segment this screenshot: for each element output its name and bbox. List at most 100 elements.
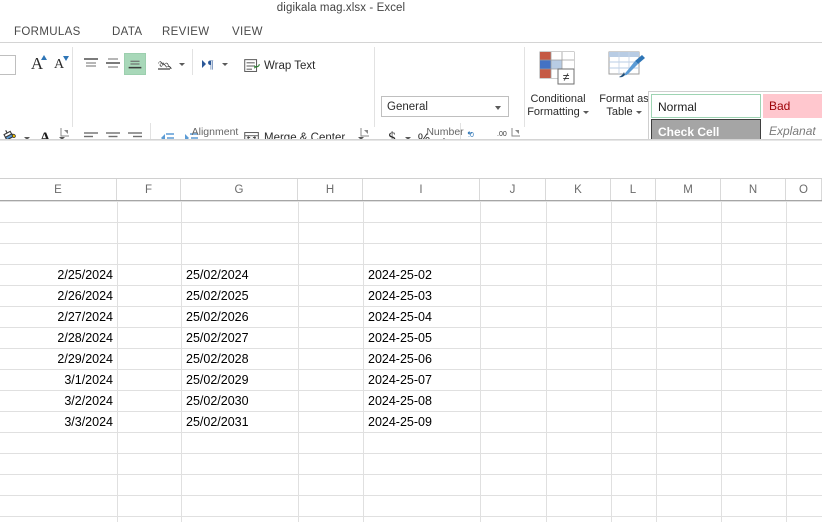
cell-I8[interactable]: 2024-25-06 — [364, 349, 479, 370]
cell-G7[interactable]: 25/02/2027 — [182, 328, 297, 349]
arrow-down-icon — [63, 56, 69, 61]
cell-I11[interactable]: 2024-25-09 — [364, 412, 479, 433]
divider — [374, 47, 375, 127]
format-as-table-line2: Table — [606, 106, 632, 118]
ribbon: A A A — [0, 42, 822, 139]
shrink-font-button[interactable]: A — [48, 53, 70, 75]
chevron-down-icon — [495, 106, 501, 110]
number-dialog-launcher[interactable] — [511, 127, 521, 137]
cell-I6[interactable]: 2024-25-04 — [364, 307, 479, 328]
gridline-horizontal — [0, 474, 822, 475]
column-header-k[interactable]: K — [546, 179, 611, 201]
spreadsheet-grid[interactable]: EFGHIJKLMNO 2/25/2024 25/02/2024 2024-25-0… — [0, 179, 822, 522]
gridline-vertical — [298, 201, 299, 522]
tab-view[interactable]: VIEW — [232, 22, 263, 42]
gridline-vertical — [480, 201, 481, 522]
formula-bar-area[interactable] — [0, 140, 822, 179]
conditional-formatting-line2: Formatting — [527, 106, 580, 118]
column-header-i[interactable]: I — [363, 179, 480, 201]
bottom-align-icon — [125, 54, 145, 74]
grow-font-button[interactable]: A — [26, 53, 48, 75]
gridline-horizontal — [0, 453, 822, 454]
window-title: digikala mag.xlsx - Excel — [0, 2, 822, 14]
alignment-dialog-launcher[interactable] — [360, 127, 370, 137]
text-direction-icon: ¶ — [198, 53, 220, 75]
cell-E11[interactable]: 3/3/2024 — [1, 412, 116, 433]
cell-E7[interactable]: 2/28/2024 — [1, 328, 116, 349]
style-bad[interactable]: Bad — [763, 94, 822, 118]
format-as-table-button[interactable]: Format as Table — [594, 49, 654, 94]
cell-G10[interactable]: 25/02/2030 — [182, 391, 297, 412]
cell-I9[interactable]: 2024-25-07 — [364, 370, 479, 391]
cell-G9[interactable]: 25/02/2029 — [182, 370, 297, 391]
conditional-formatting-button[interactable]: ≠ Conditional Formatting — [528, 49, 588, 94]
gridline-vertical — [117, 201, 118, 522]
format-as-table-icon — [602, 49, 646, 89]
excel-window: digikala mag.xlsx - Excel FORMULAS DATA … — [0, 0, 822, 522]
gridline-vertical — [721, 201, 722, 522]
orientation-chevron-icon[interactable] — [179, 63, 185, 66]
gridline-horizontal — [0, 516, 822, 517]
sheet-body[interactable]: 2/25/2024 25/02/2024 2024-25-02 2/26/2024 25… — [0, 201, 822, 522]
divider — [0, 140, 822, 141]
column-header-n[interactable]: N — [721, 179, 786, 201]
tab-data[interactable]: DATA — [112, 22, 142, 42]
text-direction-chevron-icon[interactable] — [222, 63, 228, 66]
column-header-m[interactable]: M — [656, 179, 721, 201]
column-header-e[interactable]: E — [0, 179, 117, 201]
cell-I4[interactable]: 2024-25-02 — [364, 265, 479, 286]
cell-G6[interactable]: 25/02/2026 — [182, 307, 297, 328]
orientation-button[interactable]: a b — [155, 53, 177, 75]
ribbon-tabstrip: FORMULAS DATA REVIEW VIEW — [0, 22, 822, 42]
font-dialog-launcher[interactable] — [60, 127, 70, 137]
svg-text:≠: ≠ — [563, 70, 570, 84]
middle-align-icon — [102, 53, 124, 75]
column-header-f[interactable]: F — [117, 179, 181, 201]
number-format-value: General — [387, 97, 428, 117]
column-header-o[interactable]: O — [786, 179, 822, 201]
cell-E6[interactable]: 2/27/2024 — [1, 307, 116, 328]
wrap-text-label: Wrap Text — [264, 55, 315, 77]
gridline-horizontal — [0, 243, 822, 244]
number-group-label: Number — [381, 126, 509, 138]
cell-I5[interactable]: 2024-25-03 — [364, 286, 479, 307]
cell-E8[interactable]: 2/29/2024 — [1, 349, 116, 370]
gridline-horizontal — [0, 201, 822, 202]
bottom-align-button[interactable] — [124, 53, 146, 75]
tab-review[interactable]: REVIEW — [162, 22, 209, 42]
cell-G4[interactable]: 25/02/2024 — [182, 265, 297, 286]
chevron-down-icon — [636, 111, 642, 114]
tab-formulas[interactable]: FORMULAS — [14, 22, 81, 42]
orientation-icon: a b — [155, 53, 177, 75]
arrow-up-icon — [41, 55, 47, 60]
cell-G8[interactable]: 25/02/2028 — [182, 349, 297, 370]
gridline-vertical — [546, 201, 547, 522]
cell-E5[interactable]: 2/26/2024 — [1, 286, 116, 307]
cell-G11[interactable]: 25/02/2031 — [182, 412, 297, 433]
cell-I7[interactable]: 2024-25-05 — [364, 328, 479, 349]
alignment-group-label: Alignment — [150, 126, 280, 138]
column-header-g[interactable]: G — [181, 179, 298, 201]
top-align-icon — [80, 53, 102, 75]
column-header-row: EFGHIJKLMNO — [0, 179, 822, 201]
cell-E9[interactable]: 3/1/2024 — [1, 370, 116, 391]
column-header-l[interactable]: L — [611, 179, 656, 201]
conditional-formatting-icon: ≠ — [536, 49, 580, 89]
middle-align-button[interactable] — [102, 53, 124, 75]
cell-styles-gallery[interactable]: Normal Bad Check Cell Explanat — [648, 91, 822, 143]
style-normal[interactable]: Normal — [651, 94, 761, 118]
cell-G5[interactable]: 25/02/2025 — [182, 286, 297, 307]
cell-I10[interactable]: 2024-25-08 — [364, 391, 479, 412]
font-size-input[interactable] — [0, 55, 16, 75]
text-direction-button[interactable]: ¶ — [198, 53, 220, 75]
number-format-select[interactable]: General — [381, 96, 509, 117]
column-header-j[interactable]: J — [480, 179, 546, 201]
divider — [192, 49, 193, 75]
top-align-button[interactable] — [80, 53, 102, 75]
gridline-horizontal — [0, 495, 822, 496]
cell-E4[interactable]: 2/25/2024 — [1, 265, 116, 286]
title-bar: digikala mag.xlsx - Excel — [0, 0, 822, 22]
column-header-h[interactable]: H — [298, 179, 363, 201]
svg-text:¶: ¶ — [208, 57, 214, 71]
cell-E10[interactable]: 3/2/2024 — [1, 391, 116, 412]
